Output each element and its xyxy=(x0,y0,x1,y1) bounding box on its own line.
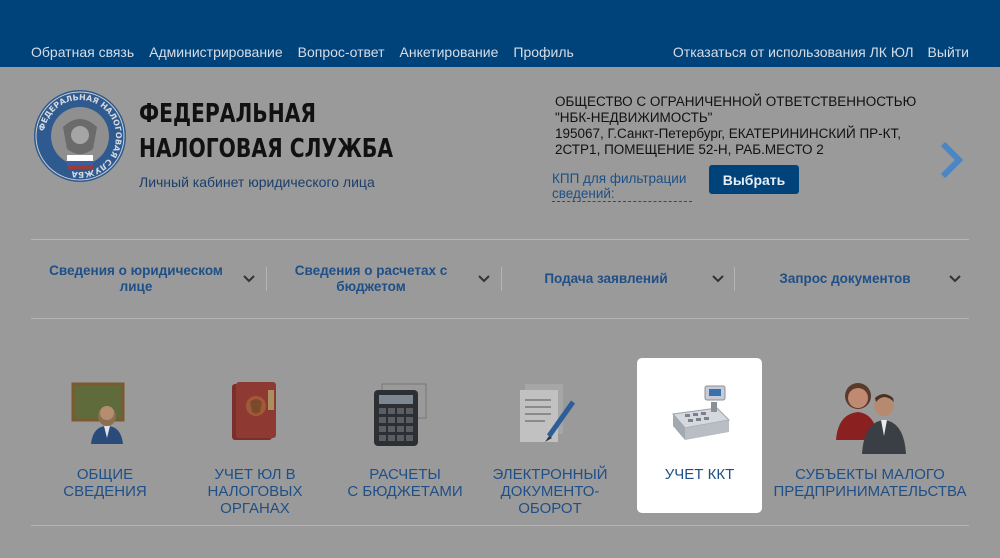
chevron-right-icon[interactable] xyxy=(938,140,964,180)
menu-item-budget[interactable]: Сведения о расчетах с бюджетом xyxy=(271,250,499,308)
topnav-faq[interactable]: Вопрос-ответ xyxy=(298,44,385,60)
menu-item-documents[interactable]: Запрос документов xyxy=(739,250,969,308)
menu-item-label: Подача заявлений xyxy=(544,271,668,286)
tile-electronic-docs[interactable]: ЭЛЕКТРОННЫЙ ДОКУМЕНТО- ОБОРОТ xyxy=(485,358,615,517)
tile-label: РАСЧЕТЫ xyxy=(369,466,441,483)
company-address-line2: 2СТР1, ПОМЕЩЕНИЕ 52-Н, РАБ.МЕСТО 2 xyxy=(555,142,824,157)
menu-separator xyxy=(266,267,267,291)
org-title: ФЕДЕРАЛЬНАЯ НАЛОГОВАЯ СЛУЖБА xyxy=(139,97,393,167)
tile-label: УЧЕТ ККТ xyxy=(664,466,735,483)
menu-separator xyxy=(501,267,502,291)
kpp-filter-link-line1: КПП для фильтрации xyxy=(552,171,687,186)
chevron-down-icon xyxy=(243,275,255,283)
calculator-icon xyxy=(374,383,427,446)
topnav-profile[interactable]: Профиль xyxy=(513,44,573,60)
tile-general-info[interactable]: ОБЩИЕ СВЕДЕНИЯ xyxy=(40,358,170,513)
company-address-line1: 195067, Г.Санкт-Петербург, ЕКАТЕРИНИНСКИ… xyxy=(555,126,902,141)
menu-item-label: бюджетом xyxy=(336,279,406,294)
main-menu: Сведения о юридическом лице Сведения о р… xyxy=(31,250,969,308)
company-info: ОБЩЕСТВО С ОГРАНИЧЕННОЙ ОТВЕТСТВЕННОСТЬЮ… xyxy=(555,94,935,158)
menu-item-label: Запрос документов xyxy=(779,271,911,286)
select-button[interactable]: Выбрать xyxy=(709,165,799,194)
tile-label: ПРЕДПРИНИМАТЕЛЬСТВА xyxy=(773,483,967,500)
org-title-line1: ФЕДЕРАЛЬНАЯ xyxy=(139,99,317,129)
tile-label: ОРГАНАХ xyxy=(220,500,290,517)
tile-label: С БЮДЖЕТАМИ xyxy=(347,483,463,500)
logout-link[interactable]: Выйти xyxy=(928,44,969,60)
top-nav: Обратная связь Администрирование Вопрос-… xyxy=(31,44,574,60)
top-nav-right: Отказаться от использования ЛК ЮЛ Выйти xyxy=(673,44,969,60)
tile-label: ДОКУМЕНТО- xyxy=(500,483,600,500)
org-title-line2: НАЛОГОВАЯ СЛУЖБА xyxy=(139,134,394,164)
tile-label: ОБОРОТ xyxy=(518,500,582,517)
chevron-down-icon xyxy=(478,275,490,283)
tile-budget-settlements[interactable]: РАСЧЕТЫ С БЮДЖЕТАМИ xyxy=(335,358,475,513)
opt-out-link[interactable]: Отказаться от использования ЛК ЮЛ xyxy=(673,44,914,60)
topnav-feedback[interactable]: Обратная связь xyxy=(31,44,134,60)
teacher-board-icon xyxy=(71,382,125,444)
divider-menu xyxy=(31,318,969,319)
tile-small-business[interactable]: СУБЪЕКТЫ МАЛОГО ПРЕДПРИНИМАТЕЛЬСТВА xyxy=(770,358,970,513)
topnav-survey[interactable]: Анкетирование xyxy=(400,44,499,60)
tile-label: СУБЪЕКТЫ МАЛОГО xyxy=(795,466,945,483)
two-people-icon xyxy=(836,383,906,454)
tile-label: ЭЛЕКТРОННЫЙ xyxy=(492,466,608,483)
menu-item-label: Сведения о расчетах с xyxy=(294,263,448,278)
tile-kkt-registration[interactable]: УЧЕТ ККТ xyxy=(637,358,762,513)
document-pen-icon xyxy=(520,384,576,442)
red-folder-emblem-icon xyxy=(232,382,276,440)
fns-emblem-icon: ФЕДЕРАЛЬНАЯ НАЛОГОВАЯ СЛУЖБА xyxy=(34,90,126,182)
tile-label: ОБЩИЕ xyxy=(76,466,134,483)
menu-separator xyxy=(734,267,735,291)
tile-label: УЧЕТ ЮЛ В xyxy=(214,466,296,483)
chevron-down-icon xyxy=(712,275,724,283)
kpp-filter-link[interactable]: КПП для фильтрации сведений: xyxy=(552,171,692,202)
divider-bottom xyxy=(31,525,969,526)
menu-item-label: Сведения о юридическом xyxy=(49,263,223,278)
tile-label: НАЛОГОВЫХ xyxy=(207,483,303,500)
menu-item-legal-entity[interactable]: Сведения о юридическом лице xyxy=(31,250,263,308)
chevron-down-icon xyxy=(949,275,961,283)
company-name-line2: "НБК-НЕДВИЖИМОСТЬ" xyxy=(555,110,713,125)
divider-top xyxy=(31,239,969,240)
topnav-administration[interactable]: Администрирование xyxy=(149,44,283,60)
tile-registration[interactable]: УЧЕТ ЮЛ В НАЛОГОВЫХ ОРГАНАХ xyxy=(190,358,320,517)
kpp-filter-link-line2: сведений: xyxy=(552,186,615,201)
menu-item-label: лице xyxy=(119,279,153,294)
company-name-line1: ОБЩЕСТВО С ОГРАНИЧЕННОЙ ОТВЕТСТВЕННОСТЬЮ xyxy=(555,94,917,109)
tile-label: СВЕДЕНИЯ xyxy=(63,483,147,500)
menu-item-applications[interactable]: Подача заявлений xyxy=(506,250,731,308)
cash-register-icon xyxy=(672,385,731,440)
org-subtitle: Личный кабинет юридического лица xyxy=(139,174,375,190)
